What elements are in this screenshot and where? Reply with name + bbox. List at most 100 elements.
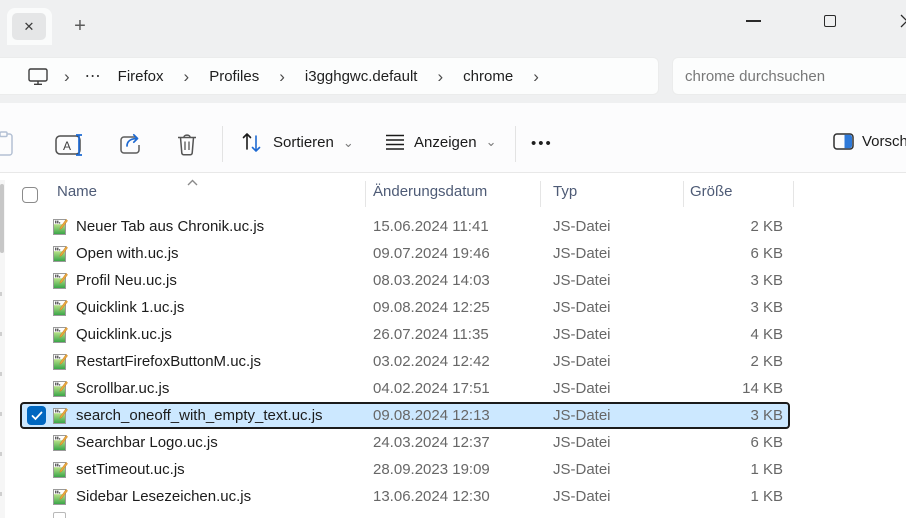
address-bar[interactable]: › ⋯Firefox›Profiles›i3gghgwc.default›chr… bbox=[0, 57, 659, 95]
file-date-cell: 04.02.2024 17:51 bbox=[373, 375, 490, 402]
cropped-nav-item bbox=[0, 452, 2, 456]
column-header-size[interactable]: Größe bbox=[690, 183, 733, 200]
column-divider[interactable] bbox=[683, 181, 684, 207]
file-name-cell: Sidebar Lesezeichen.uc.js bbox=[52, 483, 251, 510]
column-divider[interactable] bbox=[793, 181, 794, 207]
file-row[interactable]: Searchbar Logo.uc.js 24.03.2024 12:37 JS… bbox=[0, 429, 906, 456]
partially-visible-file-icon bbox=[53, 512, 66, 518]
file-row[interactable]: Sidebar Lesezeichen.uc.js 13.06.2024 12:… bbox=[0, 483, 906, 510]
file-type-cell: JS-Datei bbox=[553, 321, 611, 348]
search-input[interactable] bbox=[673, 68, 893, 85]
file-row[interactable]: Neuer Tab aus Chronik.uc.js 15.06.2024 1… bbox=[0, 213, 906, 240]
file-row[interactable]: RestartFirefoxButtonM.uc.js 03.02.2024 1… bbox=[0, 348, 906, 375]
column-header-date[interactable]: Änderungsdatum bbox=[373, 183, 487, 200]
search-box[interactable] bbox=[672, 57, 906, 95]
file-type-cell: JS-Datei bbox=[553, 483, 611, 510]
file-size-cell: 2 KB bbox=[750, 213, 783, 240]
trash-icon bbox=[175, 132, 199, 157]
rename-icon: A bbox=[55, 134, 85, 156]
file-type-cell: JS-Datei bbox=[553, 294, 611, 321]
file-size-cell: 1 KB bbox=[750, 483, 783, 510]
sort-button[interactable]: Sortieren ⌄ bbox=[240, 130, 354, 155]
sort-arrows-icon bbox=[240, 130, 264, 155]
view-label: Anzeigen bbox=[414, 134, 477, 151]
file-type-cell: JS-Datei bbox=[553, 402, 611, 429]
breadcrumb-segments: ⋯Firefox›Profiles›i3gghgwc.default›chrom… bbox=[79, 66, 548, 86]
close-icon: ✕ bbox=[24, 19, 35, 35]
file-type-cell: JS-Datei bbox=[553, 429, 611, 456]
file-size-cell: 14 KB bbox=[742, 375, 783, 402]
js-file-icon bbox=[52, 219, 68, 235]
column-header-type[interactable]: Typ bbox=[553, 183, 577, 200]
file-name-cell: Profil Neu.uc.js bbox=[52, 267, 177, 294]
select-all-checkbox[interactable] bbox=[22, 187, 38, 203]
file-explorer-window: ✕ + › ⋯Firefox›Profiles›i3gghgwc.default… bbox=[0, 0, 906, 518]
nav-pane-scrollbar[interactable] bbox=[0, 180, 5, 518]
toolbar-divider bbox=[515, 126, 516, 162]
breadcrumb-item[interactable]: ⋯ bbox=[79, 66, 107, 86]
file-name-cell: search_oneoff_with_empty_text.uc.js bbox=[52, 402, 323, 429]
js-file-icon bbox=[52, 489, 68, 505]
breadcrumb-item[interactable]: Firefox bbox=[107, 68, 175, 85]
file-date-cell: 08.03.2024 14:03 bbox=[373, 267, 490, 294]
close-tab-button[interactable]: ✕ bbox=[12, 13, 46, 40]
file-row[interactable]: Scrollbar.uc.js 04.02.2024 17:51 JS-Date… bbox=[0, 375, 906, 402]
js-file-icon bbox=[52, 273, 68, 289]
paste-icon bbox=[0, 131, 15, 157]
file-row[interactable]: Open with.uc.js 09.07.2024 19:46 JS-Date… bbox=[0, 240, 906, 267]
maximize-button[interactable] bbox=[824, 15, 836, 27]
new-tab-button[interactable]: + bbox=[66, 12, 94, 40]
file-date-cell: 13.06.2024 12:30 bbox=[373, 483, 490, 510]
file-row[interactable]: setTimeout.uc.js 28.09.2023 19:09 JS-Dat… bbox=[0, 456, 906, 483]
file-date-cell: 15.06.2024 11:41 bbox=[373, 213, 489, 240]
paste-button[interactable] bbox=[0, 131, 15, 157]
view-button[interactable]: Anzeigen ⌄ bbox=[385, 132, 496, 152]
minimize-button[interactable] bbox=[746, 20, 761, 22]
file-row[interactable]: search_oneoff_with_empty_text.uc.js 09.0… bbox=[0, 402, 906, 429]
file-type-cell: JS-Datei bbox=[553, 213, 611, 240]
delete-button[interactable] bbox=[175, 132, 199, 157]
file-date-cell: 28.09.2023 19:09 bbox=[373, 456, 490, 483]
close-window-button[interactable] bbox=[899, 13, 906, 29]
breadcrumb-item[interactable]: chrome bbox=[452, 68, 524, 85]
cropped-nav-item bbox=[0, 292, 2, 296]
column-header-name[interactable]: Name bbox=[57, 183, 97, 200]
chevron-down-icon: ⌄ bbox=[486, 134, 497, 150]
more-options-button[interactable]: ••• bbox=[531, 135, 553, 152]
file-date-cell: 24.03.2024 12:37 bbox=[373, 429, 490, 456]
view-lines-icon bbox=[385, 132, 405, 152]
file-list: Neuer Tab aus Chronik.uc.js 15.06.2024 1… bbox=[0, 213, 906, 510]
file-type-cell: JS-Datei bbox=[553, 375, 611, 402]
file-name-cell: Scrollbar.uc.js bbox=[52, 375, 169, 402]
file-size-cell: 6 KB bbox=[750, 240, 783, 267]
file-size-cell: 2 KB bbox=[750, 348, 783, 375]
file-date-cell: 09.08.2024 12:25 bbox=[373, 294, 490, 321]
column-divider[interactable] bbox=[540, 181, 541, 207]
row-checkbox[interactable] bbox=[27, 406, 46, 425]
scrollbar-thumb[interactable] bbox=[0, 184, 4, 253]
cropped-nav-item bbox=[0, 492, 2, 496]
rename-button[interactable]: A bbox=[55, 134, 85, 156]
file-row[interactable]: Profil Neu.uc.js 08.03.2024 14:03 JS-Dat… bbox=[0, 267, 906, 294]
js-file-icon bbox=[52, 354, 68, 370]
breadcrumb-item[interactable]: Profiles bbox=[198, 68, 270, 85]
file-row[interactable]: Quicklink 1.uc.js 09.08.2024 12:25 JS-Da… bbox=[0, 294, 906, 321]
share-button[interactable] bbox=[118, 132, 145, 157]
tab-bar: ✕ + bbox=[0, 0, 906, 45]
file-row[interactable]: Quicklink.uc.js 26.07.2024 11:35 JS-Date… bbox=[0, 321, 906, 348]
preview-toggle[interactable]: Vorschau bbox=[833, 133, 906, 150]
js-file-icon bbox=[52, 435, 68, 451]
more-options-icon: ••• bbox=[531, 135, 553, 152]
file-size-cell: 3 KB bbox=[750, 294, 783, 321]
js-file-icon bbox=[52, 300, 68, 316]
column-divider[interactable] bbox=[365, 181, 366, 207]
toolbar-divider bbox=[222, 126, 223, 162]
preview-pane-icon bbox=[833, 133, 854, 150]
file-date-cell: 26.07.2024 11:35 bbox=[373, 321, 489, 348]
file-type-cell: JS-Datei bbox=[553, 348, 611, 375]
column-header-row: Name Änderungsdatum Typ Größe bbox=[0, 172, 906, 213]
breadcrumb-item[interactable]: i3gghgwc.default bbox=[294, 68, 429, 85]
chevron-right-icon: › bbox=[428, 68, 452, 85]
explorer-tab[interactable]: ✕ bbox=[7, 8, 52, 45]
share-icon bbox=[118, 132, 145, 157]
